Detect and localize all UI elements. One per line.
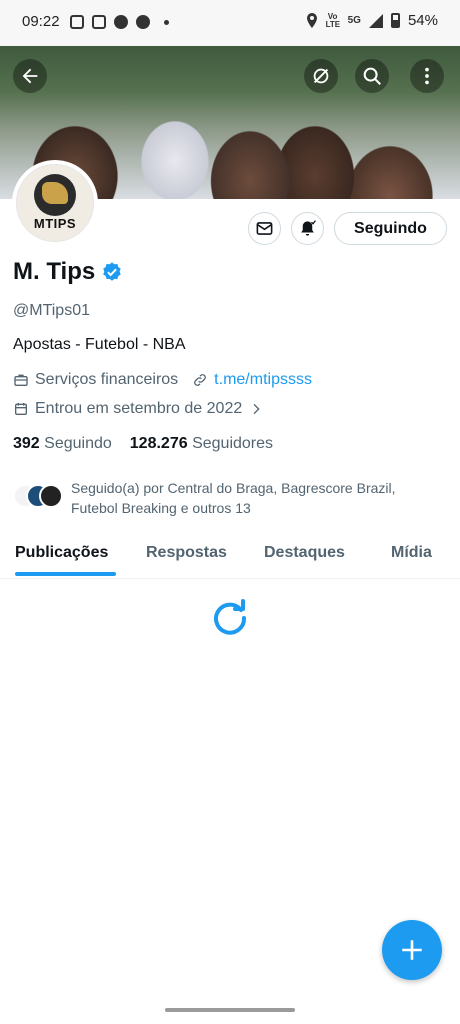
compose-button[interactable] — [382, 920, 442, 980]
following-label: Seguindo — [44, 435, 112, 452]
followed-by[interactable]: Seguido(a) por Central do Braga, Bagresc… — [13, 478, 441, 518]
tab-replies[interactable]: Respostas — [146, 544, 227, 562]
more-options-button[interactable] — [410, 59, 444, 93]
followers-count: 128.276 — [129, 435, 188, 452]
avatar-text: MTIPS — [33, 216, 77, 231]
avatar[interactable]: MTIPS — [12, 160, 98, 246]
status-time: 09:22 — [22, 13, 60, 30]
volte-indicator: Vo LTE — [325, 11, 341, 29]
plus-icon — [402, 940, 422, 960]
link-icon — [194, 374, 207, 386]
chevron-right-icon — [253, 403, 260, 415]
profile-joined: Entrou em setembro de 2022 — [35, 400, 243, 417]
avatar-logo: MTIPS — [16, 164, 94, 242]
more-icon — [425, 67, 429, 85]
profile-name: M. Tips — [13, 258, 96, 285]
home-indicator[interactable] — [165, 1008, 295, 1012]
refresh-icon — [214, 599, 247, 635]
tab-media[interactable]: Mídia — [391, 544, 432, 562]
profile-bio: Apostas - Futebol - NBA — [13, 336, 186, 353]
profile-category: Serviços financeiros — [35, 371, 179, 388]
search-icon — [363, 67, 381, 85]
verified-icon[interactable] — [101, 261, 123, 283]
search-button[interactable] — [355, 59, 389, 93]
follow-counts: 392 Seguindo 128.276 Seguidores — [13, 435, 273, 453]
back-arrow-icon — [22, 68, 38, 84]
profile-meta-row: Serviços financeiros t.me/mtipssss — [13, 371, 312, 389]
game-icon — [136, 15, 150, 29]
following-button[interactable]: Seguindo — [334, 212, 447, 245]
following-count: 392 — [13, 435, 40, 452]
copy-icon — [92, 15, 106, 29]
notifications-button[interactable] — [291, 212, 324, 245]
status-bar: 09:22 Vo LTE 5G 54% — [0, 0, 460, 46]
grok-icon — [313, 68, 329, 84]
tab-posts[interactable]: Publicações — [15, 544, 108, 562]
bell-icon — [301, 220, 316, 236]
notification-icons — [70, 15, 169, 29]
profile-joined-row[interactable]: Entrou em setembro de 2022 — [13, 400, 264, 418]
pinterest-icon — [114, 15, 128, 29]
profile-name-row: M. Tips — [13, 258, 123, 286]
more-notifications-dot-icon — [164, 19, 169, 25]
mail-icon — [256, 222, 273, 235]
followed-by-avatars — [13, 478, 63, 512]
network-type: 5G — [347, 15, 361, 26]
profile-link[interactable]: t.me/mtipssss — [214, 371, 312, 389]
tab-highlights[interactable]: Destaques — [264, 544, 345, 562]
profile-handle: @MTips01 — [13, 302, 90, 319]
instagram-icon — [70, 15, 84, 29]
location-icon — [306, 13, 317, 28]
battery-icon — [390, 13, 400, 28]
status-right: Vo LTE 5G 54% — [306, 12, 438, 29]
followers-count-link[interactable]: 128.276 Seguidores — [130, 435, 273, 453]
briefcase-icon — [14, 374, 28, 386]
followers-label: Seguidores — [192, 435, 274, 452]
following-count-link[interactable]: 392 Seguindo — [13, 435, 112, 453]
active-tab-indicator — [15, 572, 116, 576]
battery-percent: 54% — [407, 12, 438, 29]
followed-by-text: Seguido(a) por Central do Braga, Bagresc… — [71, 480, 396, 516]
back-button[interactable] — [13, 59, 47, 93]
follower-avatar — [39, 484, 63, 508]
grok-button[interactable] — [304, 59, 338, 93]
message-button[interactable] — [248, 212, 281, 245]
calendar-icon — [15, 403, 27, 415]
signal-icon — [368, 13, 383, 28]
